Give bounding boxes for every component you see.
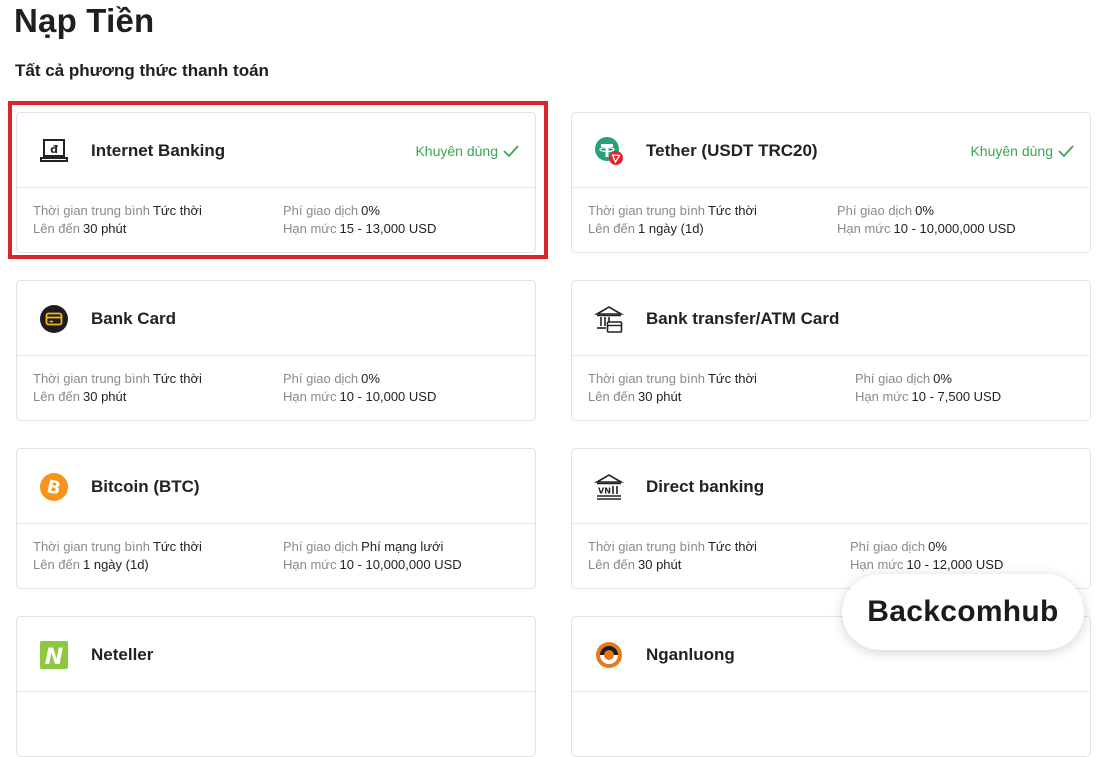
section-title: Tất cả phương thức thanh toán (15, 61, 269, 80)
limit-value: 10 - 10,000,000 USD (339, 557, 462, 572)
limit-label: Hạn mức (855, 389, 909, 404)
method-name: Tether (USDT TRC20) (646, 141, 818, 160)
bitcoin-icon: B (39, 472, 69, 502)
fee-value: 0% (361, 371, 380, 386)
laptop-dong-icon: đ (39, 136, 69, 166)
payment-method-tether[interactable]: Tether (USDT TRC20) Khuyên dùng Thời gia… (571, 112, 1091, 253)
card-icon (39, 304, 69, 334)
recommended-badge: Khuyên dùng (970, 143, 1074, 159)
method-name: Neteller (91, 645, 154, 664)
svg-text:đ: đ (50, 143, 58, 156)
avg-time-value: Tức thời (152, 539, 202, 554)
avg-time-label: Thời gian trung bình (588, 203, 705, 218)
recommended-label: Khuyên dùng (970, 143, 1053, 159)
limit-value: 10 - 10,000 USD (339, 389, 437, 404)
limit-label: Hạn mức (283, 221, 337, 236)
up-to-value: 30 phút (83, 221, 127, 236)
fee-info: Phí giao dịch 0% Hạn mức 10 - 10,000 USD (283, 370, 436, 406)
fee-value: 0% (928, 539, 947, 554)
fee-info: Phí giao dịch Phí mạng lưới Hạn mức 10 - 1… (283, 538, 462, 574)
time-info: Thời gian trung bình Tức thời Lên đến 30 p… (588, 538, 757, 574)
time-info: Thời gian trung bình Tức thời Lên đến 1 ng… (588, 202, 757, 238)
time-info: Thời gian trung bình Tức thời Lên đến 30 p… (33, 370, 202, 406)
page-title: Nạp Tiền (14, 2, 155, 39)
fee-value: Phí mạng lưới (361, 539, 444, 554)
limit-value: 10 - 7,500 USD (911, 389, 1002, 404)
payment-method-neteller[interactable]: N Neteller (16, 616, 536, 757)
limit-label: Hạn mức (283, 557, 337, 572)
fee-info: Phí giao dịch 0% Hạn mức 10 - 12,000 USD (850, 538, 1003, 574)
up-to-value: 30 phút (638, 389, 682, 404)
method-name: Bitcoin (BTC) (91, 477, 200, 496)
avg-time-value: Tức thời (707, 203, 757, 218)
up-to-label: Lên đến (588, 557, 635, 572)
time-info: Thời gian trung bình Tức thời Lên đến 30 p… (588, 370, 757, 406)
method-name: Nganluong (646, 645, 735, 664)
vn-bank-icon: VN (594, 472, 624, 502)
svg-text:VN: VN (598, 487, 611, 496)
up-to-value: 1 ngày (1d) (638, 221, 704, 236)
limit-value: 10 - 12,000 USD (906, 557, 1004, 572)
payment-method-bank-transfer[interactable]: Bank transfer/ATM Card Thời gian trung b… (571, 280, 1091, 421)
fee-value: 0% (915, 203, 934, 218)
limit-label: Hạn mức (850, 557, 904, 572)
fee-value: 0% (361, 203, 380, 218)
method-name: Bank transfer/ATM Card (646, 309, 840, 328)
check-icon (503, 145, 519, 158)
avg-time-value: Tức thời (707, 539, 757, 554)
fee-label: Phí giao dịch (283, 539, 359, 554)
payment-method-bitcoin[interactable]: B Bitcoin (BTC) Thời gian trung bình Tức … (16, 448, 536, 589)
payment-method-direct-banking[interactable]: VN Direct banking Thời gian trung bình Tứ… (571, 448, 1091, 589)
limit-value: 15 - 13,000 USD (339, 221, 437, 236)
fee-label: Phí giao dịch (855, 371, 931, 386)
up-to-value: 30 phút (638, 557, 682, 572)
time-info: Thời gian trung bình Tức thời Lên đến 1 ng… (33, 538, 202, 574)
watermark-logo: Backcomhub (842, 574, 1084, 650)
avg-time-label: Thời gian trung bình (588, 371, 705, 386)
avg-time-label: Thời gian trung bình (33, 203, 150, 218)
limit-value: 10 - 10,000,000 USD (893, 221, 1016, 236)
method-name: Bank Card (91, 309, 177, 328)
avg-time-value: Tức thời (152, 203, 202, 218)
up-to-label: Lên đến (33, 221, 80, 236)
recommended-badge: Khuyên dùng (415, 143, 519, 159)
bank-building-icon (594, 304, 624, 334)
up-to-label: Lên đến (33, 557, 80, 572)
limit-label: Hạn mức (283, 389, 337, 404)
payment-method-internet-banking[interactable]: đ Internet Banking Khuyên dùng Thời gian… (16, 112, 536, 253)
avg-time-label: Thời gian trung bình (33, 539, 150, 554)
method-name: Direct banking (646, 477, 765, 496)
check-icon (1058, 145, 1074, 158)
payment-method-bank-card[interactable]: Bank Card Thời gian trung bình Tức thời L… (16, 280, 536, 421)
up-to-value: 30 phút (83, 389, 127, 404)
fee-value: 0% (933, 371, 952, 386)
up-to-label: Lên đến (588, 221, 635, 236)
neteller-icon: N (39, 640, 69, 670)
avg-time-value: Tức thời (707, 371, 757, 386)
up-to-label: Lên đến (33, 389, 80, 404)
fee-info: Phí giao dịch 0% Hạn mức 15 - 13,000 USD (283, 202, 436, 238)
fee-label: Phí giao dịch (837, 203, 913, 218)
fee-info: Phí giao dịch 0% Hạn mức 10 - 10,000,000 U… (837, 202, 1016, 238)
up-to-label: Lên đến (588, 389, 635, 404)
avg-time-label: Thời gian trung bình (588, 539, 705, 554)
avg-time-value: Tức thời (152, 371, 202, 386)
fee-label: Phí giao dịch (283, 371, 359, 386)
svg-text:N: N (45, 645, 63, 670)
fee-label: Phí giao dịch (283, 203, 359, 218)
method-name: Internet Banking (91, 141, 226, 160)
fee-info: Phí giao dịch 0% Hạn mức 10 - 7,500 USD (855, 370, 1001, 406)
fee-label: Phí giao dịch (850, 539, 926, 554)
limit-label: Hạn mức (837, 221, 891, 236)
nganluong-icon (594, 640, 624, 670)
recommended-label: Khuyên dùng (415, 143, 498, 159)
avg-time-label: Thời gian trung bình (33, 371, 150, 386)
time-info: Thời gian trung bình Tức thời Lên đến 30 p… (33, 202, 202, 238)
up-to-value: 1 ngày (1d) (83, 557, 149, 572)
tether-icon (594, 136, 624, 166)
